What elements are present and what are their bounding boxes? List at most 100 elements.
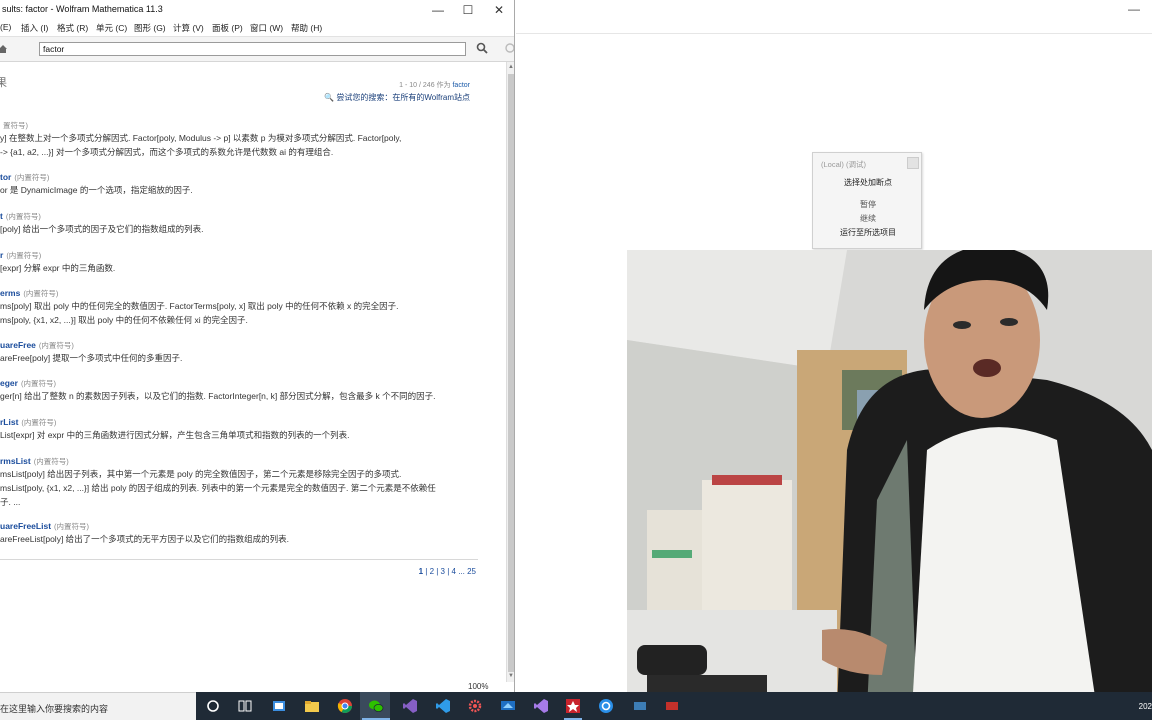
scrollbar-thumb[interactable] xyxy=(508,74,514,672)
chrome-icon[interactable] xyxy=(337,698,353,714)
doc-toolbar xyxy=(0,36,515,62)
result-desc: msList[poly, {x1, x2, ...}] 给出 poly 的因子组… xyxy=(0,483,436,493)
webcam-feed xyxy=(627,250,1152,710)
result-desc: ms[poly] 取出 poly 中的任何完全的数值因子. FactorTerm… xyxy=(0,301,399,311)
result-desc: [poly] 给出一个多项式的因子及它们的指数组成的列表. xyxy=(0,224,204,234)
result-name[interactable]: eger xyxy=(0,378,18,388)
result-type: (内置符号) xyxy=(6,251,42,260)
result-desc: 子. ... xyxy=(0,497,21,507)
result-entry: erms (内置符号) ms[poly] 取出 poly 中的任何完全的数值因子.… xyxy=(0,288,480,327)
result-name[interactable]: rmsList xyxy=(0,456,31,466)
add-breakpoint-item[interactable]: 选择处加断点 xyxy=(813,177,923,188)
menu-help[interactable]: 帮助 (H) xyxy=(291,22,322,34)
try-search-row: 🔍 尝试您的搜索：在所有的Wolfram站点 xyxy=(324,92,470,103)
search-icon[interactable] xyxy=(476,42,488,54)
result-name[interactable]: erms xyxy=(0,288,20,298)
recorder-icon[interactable] xyxy=(664,698,680,714)
menu-cell[interactable]: 单元 (C) xyxy=(96,22,127,34)
result-desc: -> {a1, a2, ...}] 对一个多项式分解因式，而这个多项式的系数允许… xyxy=(0,147,334,157)
result-entry: rList (内置符号) List[expr] 对 expr 中的三角函数进行因式… xyxy=(0,417,480,442)
app-icon[interactable] xyxy=(632,698,648,714)
mathematica-window: sults: factor - Wolfram Mathematica 11.3… xyxy=(0,0,515,692)
result-desc: or 是 DynamicImage 的一个选项，指定缩放的因子. xyxy=(0,185,193,195)
vs-preview-icon[interactable] xyxy=(533,698,549,714)
refresh-icon[interactable] xyxy=(504,42,515,54)
wechat-icon[interactable] xyxy=(368,698,384,714)
visual-studio-icon[interactable] xyxy=(402,698,418,714)
result-desc: areFreeList[poly] 给出了一个多项式的无平方因子以及它们的指数组… xyxy=(0,534,290,544)
menu-format[interactable]: 格式 (R) xyxy=(57,22,88,34)
taskbar-clock[interactable]: 202 xyxy=(1139,702,1152,711)
debugger-popup: (Local) (调试) 选择处加断点 暂停 继续 运行至所选项目 xyxy=(812,152,922,249)
file-explorer-icon[interactable] xyxy=(304,698,320,714)
search-results-panel: 果 1 - 10 / 246 作为 factor 🔍尝试您的搜索：在所有的Wol… xyxy=(0,62,506,682)
result-type: 置符号) xyxy=(3,121,28,130)
settings-gear-icon[interactable] xyxy=(467,698,483,714)
result-type: (内置符号) xyxy=(5,212,41,221)
menu-palettes[interactable]: 面板 (P) xyxy=(212,22,243,34)
result-name[interactable]: uareFreeList xyxy=(0,521,51,531)
cortana-icon[interactable] xyxy=(205,698,221,714)
all-wolfram-sites-link[interactable]: 在所有的Wolfram站点 xyxy=(392,93,470,102)
run-to-selection-item[interactable]: 运行至所选项目 xyxy=(813,227,923,238)
result-entry: eger (内置符号) ger[n] 给出了整数 n 的素数因子列表，以及它们的指… xyxy=(0,378,480,403)
results-heading: 果 xyxy=(0,74,7,90)
result-entry: 置符号) y] 在整数上对一个多项式分解因式. Factor[poly, Mod… xyxy=(0,120,480,159)
result-type: (内置符号) xyxy=(38,341,74,350)
store-icon[interactable] xyxy=(271,698,287,714)
result-type: (内置符号) xyxy=(14,173,50,182)
result-type: (内置符号) xyxy=(33,457,69,466)
result-entry: t (内置符号) [poly] 给出一个多项式的因子及它们的指数组成的列表. xyxy=(0,211,480,236)
result-desc: ms[poly, {x1, x2, ...}] 取出 poly 中的任何不依赖任… xyxy=(0,315,248,325)
result-desc: y] 在整数上对一个多项式分解因式. Factor[poly, Modulus … xyxy=(0,133,402,143)
result-desc: areFree[poly] 提取一个多项式中任何的多重因子. xyxy=(0,353,183,363)
result-type: (内置符号) xyxy=(20,379,56,388)
scroll-up-icon[interactable]: ▲ xyxy=(508,64,514,70)
scroll-down-icon[interactable]: ▼ xyxy=(508,673,514,679)
pagination[interactable]: 1 | 2 | 3 | 4 ... 25 xyxy=(419,567,476,576)
remote-desktop-icon[interactable] xyxy=(500,698,516,714)
menu-edit[interactable]: (E) xyxy=(0,22,11,32)
menu-window[interactable]: 窗口 (W) xyxy=(250,22,283,34)
menu-insert[interactable]: 插入 (I) xyxy=(21,22,48,34)
minimize-button[interactable]: — xyxy=(1128,2,1140,16)
continue-item[interactable]: 继续 xyxy=(813,213,923,224)
result-desc: [expr] 分解 expr 中的三角函数. xyxy=(0,263,116,273)
results-range-text: 1 - 10 / 246 作为 xyxy=(399,82,453,89)
qq-icon[interactable] xyxy=(598,698,614,714)
result-name[interactable]: r xyxy=(0,250,3,260)
menu-graphics[interactable]: 图形 (G) xyxy=(134,22,166,34)
vscode-icon[interactable] xyxy=(435,698,451,714)
vertical-scrollbar[interactable]: ▲ ▼ xyxy=(506,62,514,682)
webcam-image xyxy=(627,250,1152,710)
results-divider xyxy=(0,559,478,560)
maximize-button[interactable]: ☐ xyxy=(454,1,482,19)
results-range: 1 - 10 / 246 作为 factor xyxy=(399,80,470,90)
close-button[interactable]: ✕ xyxy=(485,1,513,19)
window-title: sults: factor - Wolfram Mathematica 11.3 xyxy=(2,4,163,14)
result-desc: msList[poly] 给出因子列表，其中第一个元素是 poly 的完全数值因… xyxy=(0,469,402,479)
menu-bar: (E) 插入 (I) 格式 (R) 单元 (C) 图形 (G) 计算 (V) 面… xyxy=(0,20,514,36)
debugger-toggle[interactable] xyxy=(907,157,919,169)
debugger-title: (Local) (调试) xyxy=(821,160,867,169)
result-name[interactable]: uareFree xyxy=(0,340,36,350)
results-range-keyword[interactable]: factor xyxy=(452,82,470,89)
menu-evaluation[interactable]: 计算 (V) xyxy=(173,22,204,34)
result-name[interactable]: tor xyxy=(0,172,11,182)
search-input[interactable] xyxy=(39,42,466,56)
taskbar-search-box[interactable]: 在这里输入你要搜索的内容 xyxy=(0,692,196,720)
task-view-icon[interactable] xyxy=(237,698,253,714)
mathematica-icon[interactable] xyxy=(565,698,581,714)
result-type: (内置符号) xyxy=(21,418,57,427)
pause-item[interactable]: 暂停 xyxy=(813,199,923,210)
home-icon[interactable] xyxy=(0,44,8,54)
other-pages[interactable]: | 2 | 3 | 4 ... 25 xyxy=(423,567,476,576)
result-name[interactable]: t xyxy=(0,211,3,221)
result-desc: ger[n] 给出了整数 n 的素数因子列表，以及它们的指数. FactorIn… xyxy=(0,391,436,401)
taskbar: 在这里输入你要搜索的内容 202 xyxy=(0,692,1152,720)
zoom-level[interactable]: 100% xyxy=(468,682,488,691)
result-desc: List[expr] 对 expr 中的三角函数进行因式分解，产生包含三角单项式… xyxy=(0,430,350,440)
result-entry: r (内置符号) [expr] 分解 expr 中的三角函数. xyxy=(0,250,480,275)
result-name[interactable]: rList xyxy=(0,417,18,427)
minimize-button[interactable]: — xyxy=(424,1,452,19)
